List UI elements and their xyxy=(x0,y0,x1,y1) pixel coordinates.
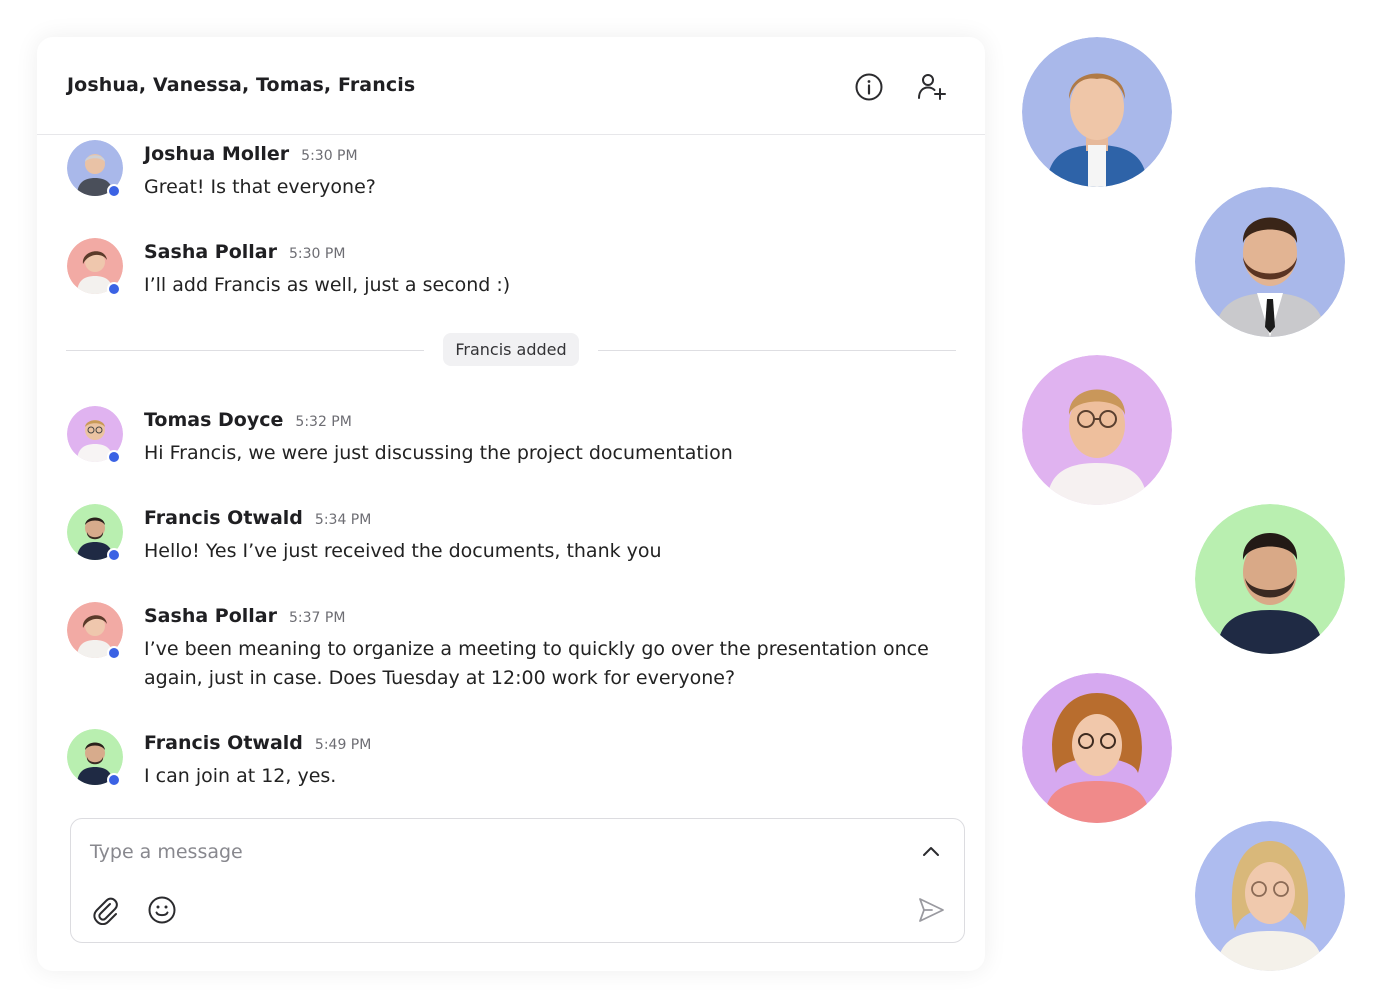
system-notice: Francis added xyxy=(66,333,956,367)
divider-line xyxy=(66,350,424,351)
info-icon xyxy=(855,73,883,101)
message-input[interactable]: Type a message xyxy=(90,841,243,863)
sender-name[interactable]: Tomas Doyce xyxy=(144,409,283,431)
online-status-dot xyxy=(107,282,121,296)
message-text: Great! Is that everyone? xyxy=(144,176,376,198)
send-button[interactable] xyxy=(914,893,948,927)
message-meta: Tomas Doyce 5:32 PM xyxy=(144,409,352,431)
online-status-dot xyxy=(107,773,121,787)
message-text: Hi Francis, we were just discussing the … xyxy=(144,442,733,464)
participant-avatar xyxy=(1022,673,1172,823)
message-time: 5:49 PM xyxy=(314,737,372,753)
paperclip-icon xyxy=(93,897,118,925)
participant-avatar xyxy=(1195,187,1345,337)
online-status-dot xyxy=(107,450,121,464)
message-composer[interactable]: Type a message xyxy=(70,818,965,943)
message-meta: Francis Otwald 5:34 PM xyxy=(144,507,371,529)
message-text: I’ve been meaning to organize a meeting … xyxy=(144,638,929,689)
participant-avatar xyxy=(1195,504,1345,654)
sender-name[interactable]: Francis Otwald xyxy=(144,732,303,754)
online-status-dot xyxy=(107,646,121,660)
info-button[interactable] xyxy=(851,69,887,105)
sender-name[interactable]: Francis Otwald xyxy=(144,507,303,529)
message-time: 5:34 PM xyxy=(314,512,372,528)
conversation-title: Joshua, Vanessa, Tomas, Francis xyxy=(67,74,416,96)
participant-avatar xyxy=(1195,821,1345,971)
message-time: 5:30 PM xyxy=(288,246,346,262)
chat-window: Joshua, Vanessa, Tomas, Francis Joshua M… xyxy=(37,37,985,971)
divider-line xyxy=(598,350,956,351)
online-status-dot xyxy=(107,548,121,562)
message-text: Hello! Yes I’ve just received the docume… xyxy=(144,540,662,562)
message-meta: Francis Otwald 5:49 PM xyxy=(144,732,371,754)
expand-composer-button[interactable] xyxy=(914,835,948,869)
add-participant-button[interactable] xyxy=(914,69,950,105)
attach-file-button[interactable] xyxy=(88,893,122,927)
message-time: 5:30 PM xyxy=(301,148,358,164)
message-text: I can join at 12, yes. xyxy=(144,765,337,787)
sender-name[interactable]: Joshua Moller xyxy=(144,143,289,165)
participant-avatar xyxy=(1022,37,1172,187)
chat-header: Joshua, Vanessa, Tomas, Francis xyxy=(37,37,985,135)
message-meta: Sasha Pollar 5:37 PM xyxy=(144,605,345,627)
chevron-up-icon xyxy=(923,847,939,856)
add-user-icon xyxy=(918,74,946,100)
message-meta: Sasha Pollar 5:30 PM xyxy=(144,241,345,263)
sender-name[interactable]: Sasha Pollar xyxy=(144,241,277,263)
page: Joshua, Vanessa, Tomas, Francis Joshua M… xyxy=(0,0,1382,1008)
sender-name[interactable]: Sasha Pollar xyxy=(144,605,277,627)
participant-avatar xyxy=(1022,355,1172,505)
message-text: I’ll add Francis as well, just a second … xyxy=(144,274,511,296)
participant-added-notice: Francis added xyxy=(443,333,579,366)
message-time: 5:32 PM xyxy=(295,414,352,430)
message-time: 5:37 PM xyxy=(288,610,346,626)
emoji-icon xyxy=(148,896,176,924)
send-icon xyxy=(919,898,944,922)
message-meta: Joshua Moller 5:30 PM xyxy=(144,143,358,165)
online-status-dot xyxy=(107,184,121,198)
emoji-button[interactable] xyxy=(145,893,179,927)
